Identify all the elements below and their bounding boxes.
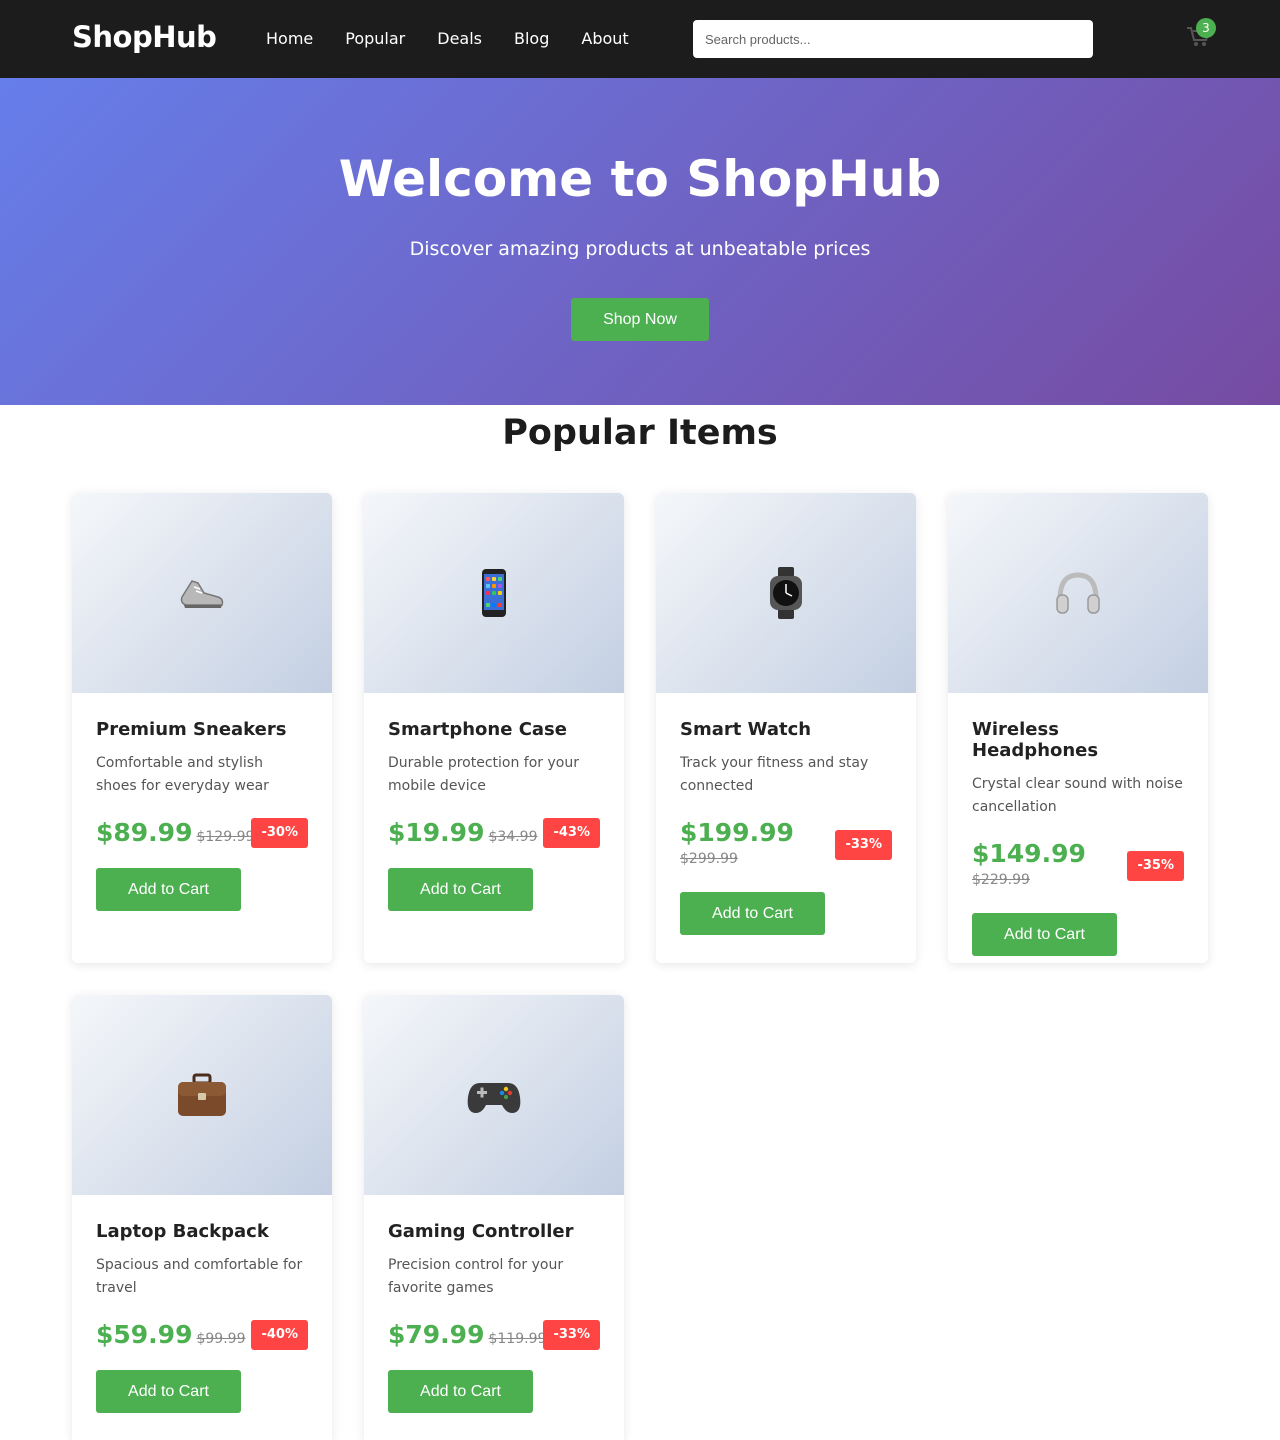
product-description: Durable protection for your mobile devic… <box>388 755 579 794</box>
discount-badge: -43% <box>543 818 600 848</box>
nav-link-popular[interactable]: Popular <box>345 29 405 48</box>
price-row: $89.99 $129.99 -30% <box>96 818 308 850</box>
gamepad-icon <box>467 1083 521 1113</box>
product-image[interactable] <box>72 493 332 693</box>
product-image[interactable] <box>948 493 1208 693</box>
product-image[interactable] <box>72 995 332 1195</box>
watch-icon <box>770 567 802 619</box>
sneaker-icon <box>180 580 224 608</box>
search-input[interactable] <box>693 20 1093 58</box>
discount-badge: -40% <box>251 1320 308 1350</box>
product-description: Track your fitness and stay connected <box>680 755 869 794</box>
product-card: Premium Sneakers Comfortable and stylish… <box>72 493 332 963</box>
product-title[interactable]: Premium Sneakers <box>96 719 308 740</box>
product-card: Smart Watch Track your fitness and stay … <box>656 493 916 963</box>
original-price: $119.99 <box>488 1331 547 1347</box>
briefcase-icon <box>178 1073 226 1116</box>
product-price: $89.99 <box>96 818 193 847</box>
discount-badge: -33% <box>543 1320 600 1350</box>
original-price: $99.99 <box>196 1331 246 1347</box>
headphones-icon <box>1056 572 1100 614</box>
nav-link-about[interactable]: About <box>581 29 628 48</box>
discount-badge: -35% <box>1127 851 1184 881</box>
add-to-cart-button[interactable]: Add to Cart <box>388 1370 533 1413</box>
original-price: $34.99 <box>488 829 538 845</box>
top-navbar: ShopHub Home Popular Deals Blog About 3 <box>0 0 1280 78</box>
price-row: $19.99 $34.99 -43% <box>388 818 600 850</box>
shop-now-button[interactable]: Shop Now <box>571 298 709 341</box>
discount-badge: -30% <box>251 818 308 848</box>
product-image[interactable] <box>364 995 624 1195</box>
price-row: $149.99 $229.99 -35% <box>972 839 1184 895</box>
section-title: Popular Items <box>502 413 778 453</box>
price-row: $59.99 $99.99 -40% <box>96 1320 308 1352</box>
site-logo[interactable]: ShopHub <box>72 20 217 54</box>
product-card: Laptop Backpack Spacious and comfortable… <box>72 995 332 1440</box>
product-price: $79.99 <box>388 1320 485 1349</box>
product-title[interactable]: Smartphone Case <box>388 719 600 740</box>
add-to-cart-button[interactable]: Add to Cart <box>388 868 533 911</box>
product-price: $149.99 <box>972 839 1086 868</box>
nav-link-blog[interactable]: Blog <box>514 29 549 48</box>
main-nav: Home Popular Deals Blog About <box>266 29 629 48</box>
cart-button[interactable]: 3 <box>1186 18 1216 52</box>
hero-subtitle: Discover amazing products at unbeatable … <box>409 238 871 260</box>
product-title[interactable]: Smart Watch <box>680 719 892 740</box>
product-description: Precision control for your favorite game… <box>388 1257 564 1296</box>
hero-title: Welcome to ShopHub <box>338 150 942 208</box>
product-image[interactable] <box>364 493 624 693</box>
product-title[interactable]: Laptop Backpack <box>96 1221 308 1242</box>
nav-link-deals[interactable]: Deals <box>437 29 482 48</box>
product-card: Gaming Controller Precision control for … <box>364 995 624 1440</box>
original-price: $129.99 <box>196 829 255 845</box>
product-price: $19.99 <box>388 818 485 847</box>
product-card: Wireless Headphones Crystal clear sound … <box>948 493 1208 963</box>
product-price: $199.99 <box>680 818 794 847</box>
hero-banner: Welcome to ShopHub Discover amazing prod… <box>0 78 1280 405</box>
cart-count-badge: 3 <box>1196 18 1216 38</box>
product-image[interactable] <box>656 493 916 693</box>
add-to-cart-button[interactable]: Add to Cart <box>972 913 1117 956</box>
product-description: Comfortable and stylish shoes for everyd… <box>96 755 269 794</box>
nav-link-home[interactable]: Home <box>266 29 313 48</box>
discount-badge: -33% <box>835 830 892 860</box>
product-description: Spacious and comfortable for travel <box>96 1257 303 1296</box>
add-to-cart-button[interactable]: Add to Cart <box>680 892 825 935</box>
add-to-cart-button[interactable]: Add to Cart <box>96 1370 241 1413</box>
price-row: $79.99 $119.99 -33% <box>388 1320 600 1352</box>
price-row: $199.99 $299.99 -33% <box>680 818 892 874</box>
product-price: $59.99 <box>96 1320 193 1349</box>
product-title[interactable]: Gaming Controller <box>388 1221 600 1242</box>
product-card: Smartphone Case Durable protection for y… <box>364 493 624 963</box>
smartphone-icon <box>482 569 506 617</box>
product-description: Crystal clear sound with noise cancellat… <box>972 776 1183 815</box>
add-to-cart-button[interactable]: Add to Cart <box>96 868 241 911</box>
product-title[interactable]: Wireless Headphones <box>972 719 1184 761</box>
